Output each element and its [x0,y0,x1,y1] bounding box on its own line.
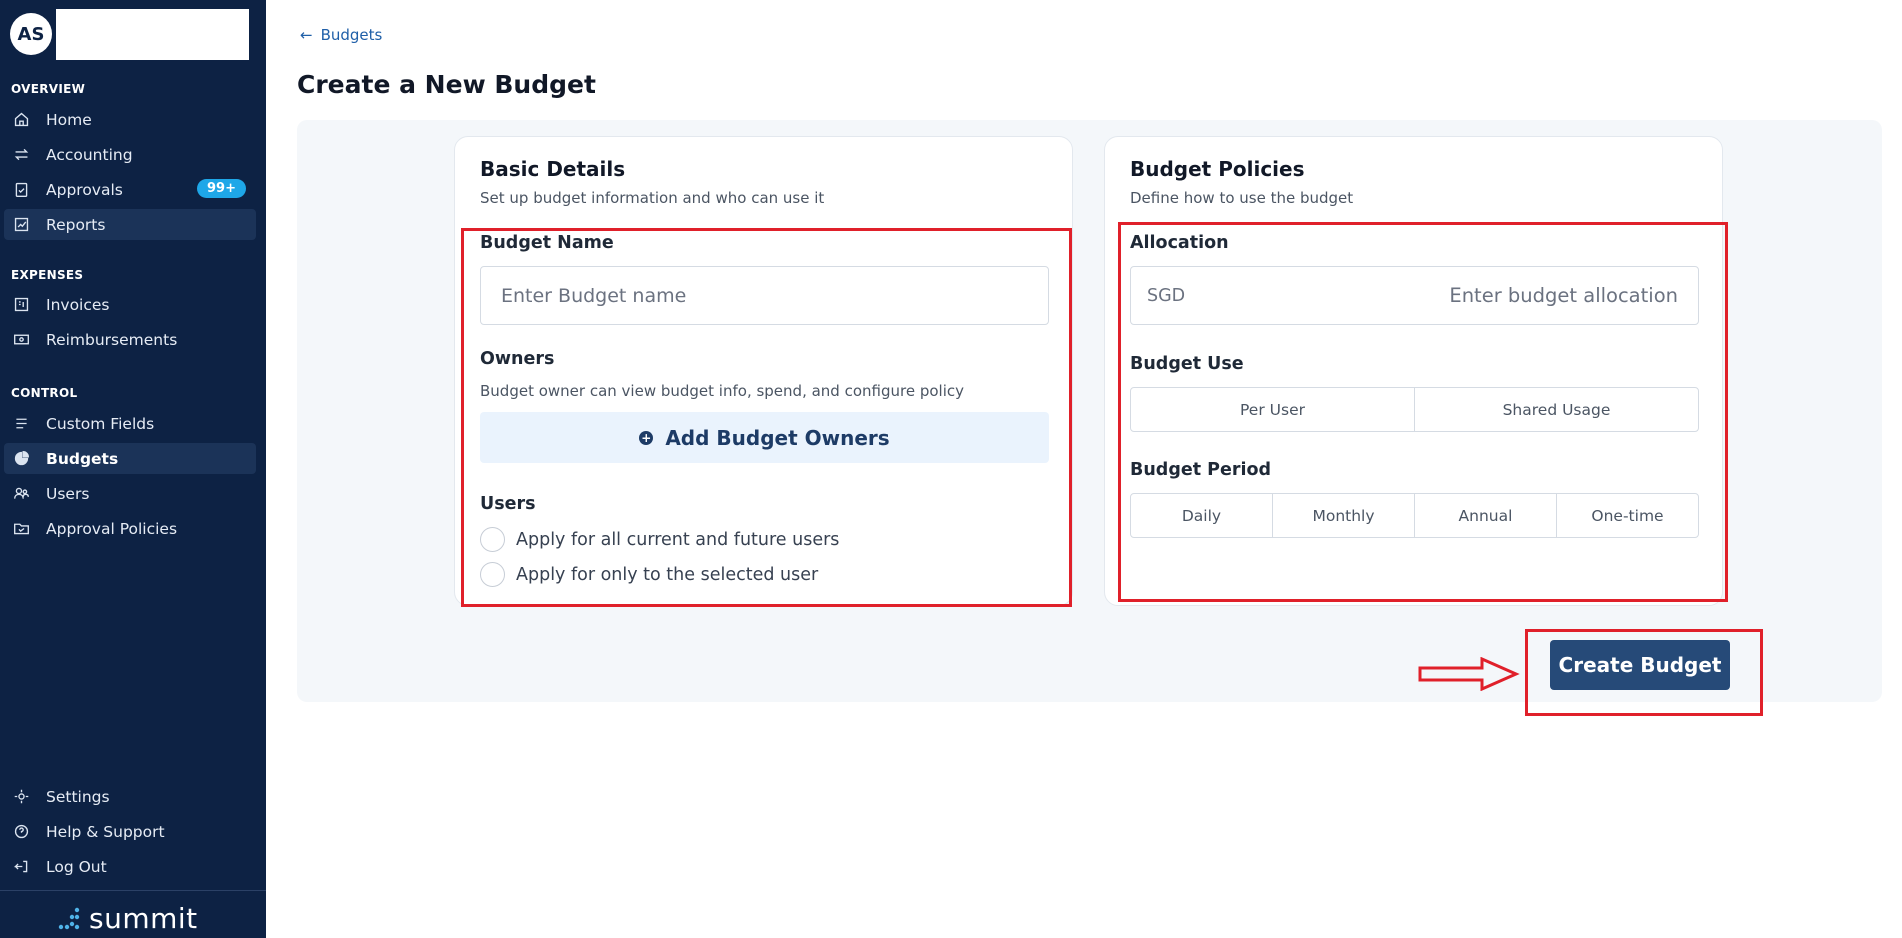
sidebar-item-label: Reports [46,215,106,234]
sidebar-item-label: Budgets [46,449,119,468]
back-to-budgets-link[interactable]: ← Budgets [300,26,382,44]
brand-dots-icon [58,907,80,929]
help-icon [12,823,30,841]
sidebar-item-budgets[interactable]: Budgets [4,443,256,474]
sidebar-item-accounting[interactable]: Accounting [4,139,256,170]
sidebar-item-approvals[interactable]: Approvals 99+ [4,174,256,205]
sidebar-divider [0,890,266,891]
brand-logo: summit [55,902,198,935]
sidebar-item-label: Help & Support [46,822,165,841]
cash-icon [12,331,30,349]
budget-policies-title: Budget Policies [1130,157,1305,181]
invoice-icon [12,296,30,314]
sidebar-item-logout[interactable]: Log Out [4,851,256,882]
chart-icon [12,216,30,234]
pie-chart-icon [12,450,30,468]
sidebar-item-label: Log Out [46,857,107,876]
app-root: AS OVERVIEW Home Accounting Approvals 99… [0,0,1902,938]
sidebar: AS OVERVIEW Home Accounting Approvals 99… [0,0,266,938]
users-icon [12,485,30,503]
sidebar-item-custom-fields[interactable]: Custom Fields [4,408,256,439]
sidebar-item-help[interactable]: Help & Support [4,816,256,847]
sidebar-item-label: Settings [46,787,110,806]
gear-icon [12,788,30,806]
logout-icon [12,858,30,876]
org-name-redacted [56,8,249,60]
home-icon [12,111,30,129]
arrow-left-icon: ← [300,26,313,44]
sidebar-item-home[interactable]: Home [4,104,256,135]
sidebar-item-reimbursements[interactable]: Reimbursements [4,324,256,355]
transfer-icon [12,146,30,164]
sidebar-item-label: Accounting [46,145,133,164]
sidebar-item-label: Reimbursements [46,330,178,349]
list-icon [12,415,30,433]
sidebar-item-users[interactable]: Users [4,478,256,509]
page-title: Create a New Budget [297,70,596,99]
brand-name: summit [89,902,198,935]
folder-check-icon [12,520,30,538]
basic-details-subtitle: Set up budget information and who can us… [480,189,825,207]
sidebar-item-label: Home [46,110,92,129]
annotation-arrow-icon [1418,657,1520,691]
section-overview: OVERVIEW [11,82,86,96]
annotation-box-basic-details [461,228,1072,607]
budget-policies-subtitle: Define how to use the budget [1130,189,1354,207]
section-control: CONTROL [11,386,78,400]
back-link-label: Budgets [320,26,383,44]
sidebar-item-label: Custom Fields [46,414,155,433]
sidebar-item-label: Approval Policies [46,519,178,538]
sidebar-item-invoices[interactable]: Invoices [4,289,256,320]
sidebar-item-settings[interactable]: Settings [4,781,256,812]
annotation-box-budget-policies [1118,222,1728,602]
sidebar-item-label: Approvals [46,180,123,199]
org-switcher[interactable]: AS [10,8,249,60]
section-expenses: EXPENSES [11,268,84,282]
annotation-box-create-button [1525,629,1763,716]
approvals-count-badge: 99+ [197,179,246,198]
clipboard-check-icon [12,181,30,199]
sidebar-item-label: Users [46,484,90,503]
basic-details-title: Basic Details [480,157,626,181]
avatar[interactable]: AS [10,13,52,55]
sidebar-item-approval-policies[interactable]: Approval Policies [4,513,256,544]
sidebar-item-label: Invoices [46,295,110,314]
sidebar-item-reports[interactable]: Reports [4,209,256,240]
